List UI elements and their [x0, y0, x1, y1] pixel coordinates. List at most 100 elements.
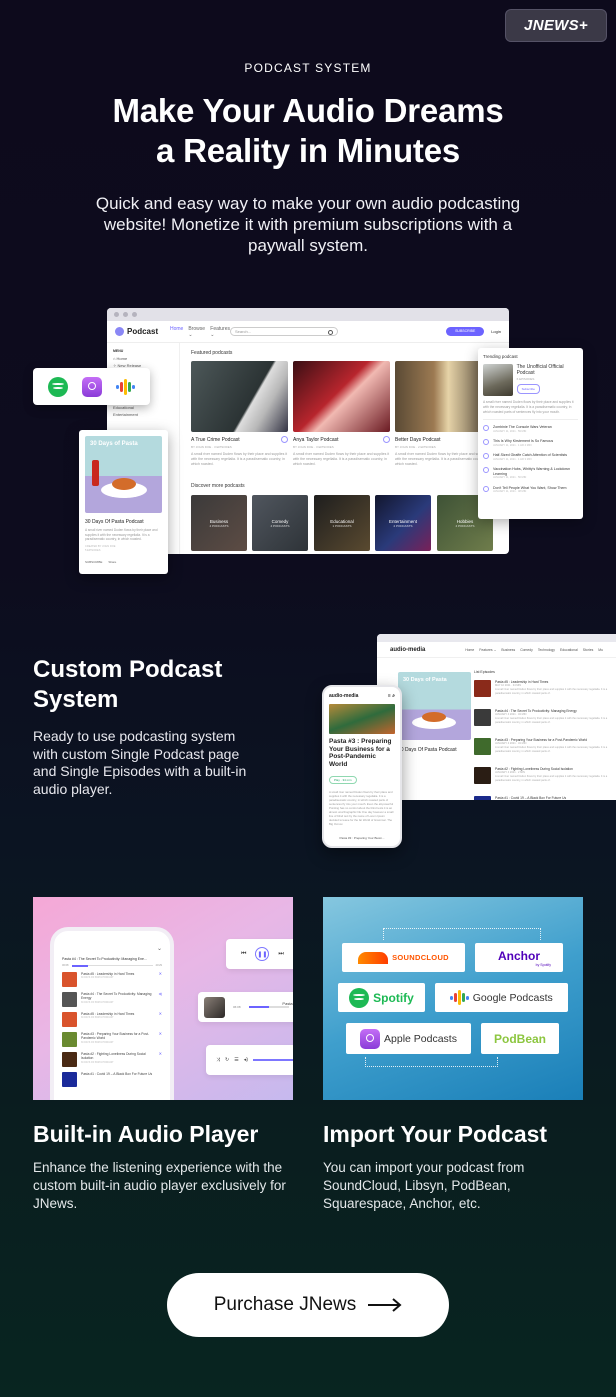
nav-link[interactable]: Features ⌄ [479, 648, 496, 652]
window-dot [123, 312, 128, 317]
mockup-search-input[interactable]: Search... [230, 327, 338, 336]
volume-slider[interactable] [252, 1059, 293, 1061]
platform-icons-card [33, 368, 150, 405]
volume-icon: ◂) [158, 991, 162, 996]
next-icon[interactable]: ⏭ [278, 951, 283, 958]
playlist-icon[interactable]: ☰ [234, 1057, 238, 1063]
nav-link[interactable]: Stories [583, 648, 594, 652]
logo-text: Podcast [127, 327, 159, 336]
audio-media-logo: audio-media [329, 693, 359, 699]
share-button[interactable]: Share [108, 560, 116, 564]
mini-player-card: 06:08 Pasta # [198, 992, 293, 1022]
purchase-button[interactable]: Purchase JNews [167, 1273, 449, 1337]
play-icon[interactable] [383, 436, 390, 443]
category-count: 4 PODCASTS [270, 523, 290, 528]
trending-desc: A small river named Duden flows by their… [483, 400, 578, 420]
episode-hero-image [329, 704, 395, 734]
sidebar-item-entertainment[interactable]: Entertainment [113, 411, 173, 418]
featured-card[interactable]: A True Crime Podcast BY JOHN DOE · 3 EPI… [191, 361, 288, 467]
play-icon[interactable] [483, 425, 489, 431]
repeat-icon[interactable]: ↻ [225, 1057, 229, 1063]
nav-link[interactable]: Home [465, 648, 474, 652]
pasta-desc: A small river named Duden flows by their… [85, 528, 158, 541]
episode-row[interactable]: Pasta #3 : Preparing Your Business for a… [474, 738, 616, 760]
trending-cover [483, 364, 513, 396]
audio-media-site-mockup: audio-media Home Features ⌄ Business Com… [377, 634, 616, 800]
episode-row[interactable]: Pasta #1 : Covid 19 – A Black Box For Fu… [474, 796, 616, 800]
nav-link[interactable]: Comedy [520, 648, 533, 652]
episode-item[interactable]: This Is Why Kirstement Is So Famous JANUA… [483, 439, 578, 448]
shuffle-icon[interactable]: ⤨ [216, 1057, 220, 1063]
play-icon[interactable] [483, 485, 489, 492]
nav-link[interactable]: Technology [538, 648, 555, 652]
episode-thumb [474, 709, 491, 726]
play-icon[interactable] [483, 453, 489, 459]
browser-chrome [107, 308, 509, 321]
nav-link[interactable]: Business [501, 648, 515, 652]
window-dot [132, 312, 137, 317]
pasta-episodes: 5 EPISODES [85, 549, 101, 552]
play-icon[interactable] [483, 467, 489, 473]
episode-thumb [204, 996, 225, 1018]
playlist-item[interactable]: Pasta #3 : Preparing Your Business for a… [62, 1031, 162, 1047]
play-icon[interactable] [483, 439, 489, 445]
jnews-plus-badge[interactable]: JNEWS+ [505, 9, 607, 42]
pause-icon[interactable]: ❚❚ [255, 947, 270, 961]
nav-browse[interactable]: Browse ⌄ [188, 326, 205, 338]
nav-link[interactable]: Educational [560, 648, 578, 652]
category-tile[interactable]: Business 4 PODCASTS [191, 495, 247, 551]
featured-card[interactable]: Anya Taylor Podcast BY JOHN DOE · 3 EPIS… [293, 361, 390, 467]
nav-features[interactable]: Features ⌄ [210, 326, 230, 338]
menu-search-icons[interactable]: ≡ ⌕ [388, 693, 395, 699]
discover-heading: Discover more podcasts [191, 483, 245, 489]
category-tile[interactable]: Educational 1 PODCASTS [314, 495, 370, 551]
hero-title-line-1: Make Your Audio Dreams [112, 92, 504, 129]
podcast-cover [293, 361, 390, 432]
pasta-podcast-card[interactable]: 30 Days of Pasta 30 Days Of Pasta Podcas… [79, 430, 168, 574]
sidebar-item-educational[interactable]: Educational [113, 404, 173, 411]
trending-subscribe-button[interactable]: Subscribe [516, 384, 540, 394]
custom-system-body: Ready to use podcasting system with cust… [33, 728, 247, 797]
previous-icon[interactable]: ⏮ [241, 951, 246, 958]
subscribe-button[interactable]: SUBSCRIBE [85, 560, 102, 564]
mockup-subscribe-button[interactable]: SUBSCRIBE [446, 327, 485, 336]
episode-row[interactable]: Pasta #2 : Fighting Loneliness During So… [474, 767, 616, 789]
podcast-logo: Podcast [115, 327, 170, 336]
apple-podcasts-icon [360, 1028, 381, 1049]
episode-item[interactable]: Zombinie The Console Wars Veteran JANUARY… [483, 425, 578, 434]
remove-icon: ✕ [158, 1031, 162, 1036]
volume-icon[interactable]: ◂) [244, 1057, 248, 1063]
nav-link[interactable]: Mu [598, 648, 603, 652]
mini-progress[interactable] [248, 1006, 289, 1008]
sidebar-item-home[interactable]: ⌂ Home [113, 355, 173, 362]
category-count: 2 PODCASTS [393, 523, 413, 528]
playback-progress[interactable]: 06:08 40:29 [62, 964, 162, 967]
episode-item[interactable]: Don't Tell People What You Want, Show Th… [483, 485, 578, 495]
playlist-item[interactable]: Pasta #5 : Leadership in Hard Times 30 DA… [62, 1011, 162, 1027]
play-tag[interactable]: Play · 34 min [329, 776, 357, 784]
playlist-item[interactable]: Pasta #2 : Fighting Loneliness During So… [62, 1051, 162, 1067]
episode-row[interactable]: Pasta #4 : The Secret To Productivity: M… [474, 709, 616, 731]
trending-heading: Trending podcast [483, 354, 518, 359]
apple-podcasts-logo: Apple Podcasts [346, 1023, 471, 1054]
remove-icon: ✕ [158, 971, 162, 976]
episode-item[interactable]: Half-Sized Giraffe Catch Attention of Sc… [483, 453, 578, 462]
episode-item[interactable]: Vaccination Hubs, Whitty's Warning & Loc… [483, 467, 578, 481]
nav-home[interactable]: Home [170, 326, 183, 338]
episode-thumb [474, 680, 491, 697]
phone-mini-player[interactable]: Pasta #3 : Preparing Your Busin... [329, 836, 395, 840]
category-tile[interactable]: Comedy 4 PODCASTS [252, 495, 308, 551]
playlist-item[interactable]: Pasta #5 : Leadership in Hard Times 30 DA… [62, 971, 162, 987]
card-desc: A small river named Duden flows by their… [191, 452, 288, 466]
mockup-login-link[interactable]: Login [491, 329, 501, 334]
episode-row[interactable]: Pasta #5 : Leadership in Hard Times MAY 1… [474, 680, 616, 702]
import-platforms-illustration: SOUNDCLOUD Anchor by Spotify Spotify Goo… [323, 897, 583, 1100]
chevron-down-icon[interactable]: ⌄ [62, 945, 162, 952]
cover-text: 30 Days of Pasta [403, 677, 447, 683]
category-tile[interactable]: Entertainment 2 PODCASTS [375, 495, 431, 551]
playlist-item[interactable]: Pasta #1 : Covid 19 – A Black Box For Fu… [62, 1072, 162, 1087]
playlist-item[interactable]: Pasta #4 : The Secret To Productivity: M… [62, 991, 162, 1007]
play-icon[interactable] [281, 436, 288, 443]
card-title-row: A True Crime Podcast [191, 436, 288, 443]
episode-thumb [474, 796, 491, 800]
